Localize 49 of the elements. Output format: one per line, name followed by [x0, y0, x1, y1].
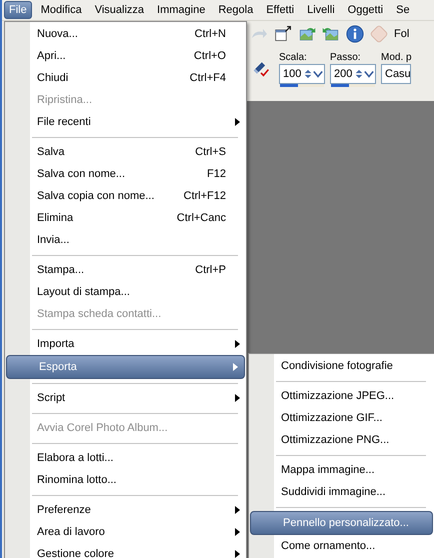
field-label: Passo: — [330, 52, 362, 63]
field-label: Scala: — [279, 52, 308, 63]
menu-item[interactable]: Rinomina lotto... — [5, 469, 246, 491]
menu-item[interactable]: Invia... — [5, 229, 246, 251]
menu-item[interactable]: Layout di stampa... — [5, 281, 246, 303]
menu-item[interactable]: Script — [5, 387, 246, 409]
menu-item[interactable]: Ottimizzazione GIF... — [249, 407, 434, 429]
mode-dropdown[interactable]: Casu — [381, 64, 411, 84]
menu-item[interactable]: Ottimizzazione PNG... — [249, 429, 434, 451]
menu-item[interactable]: Suddividi immagine... — [249, 481, 434, 503]
menu-bar-item[interactable]: Livelli — [303, 1, 339, 19]
menu-bar-item[interactable]: Se — [392, 1, 414, 19]
menu-bar-item[interactable]: Oggetti — [344, 1, 388, 19]
menu-item[interactable]: Condivisione fotografie — [249, 355, 434, 377]
spin-field[interactable]: 200 — [330, 64, 376, 84]
menu-item[interactable]: Come ornamento... — [249, 535, 434, 557]
menu-bar-item[interactable]: Effetti — [262, 1, 298, 19]
info-icon[interactable] — [346, 25, 364, 43]
menu-item[interactable]: Salva con nome... F12 — [5, 163, 246, 185]
menu-item[interactable]: Preferenze — [5, 499, 246, 521]
menu-bar-item[interactable]: Regola — [214, 1, 258, 19]
menu-item[interactable]: Nuova... Ctrl+N — [5, 23, 246, 45]
menu-item[interactable]: Pennello personalizzato... — [250, 511, 433, 535]
menu-item[interactable]: Elimina Ctrl+Canc — [5, 207, 246, 229]
menu-item[interactable]: Chiudi Ctrl+F4 — [5, 67, 246, 89]
menu-item[interactable]: Stampa... Ctrl+P — [5, 259, 246, 281]
menu-item[interactable]: Elabora a lotti... — [5, 447, 246, 469]
menu-item[interactable]: File recenti — [5, 111, 246, 133]
spinner-icon[interactable] — [303, 69, 323, 79]
menu-item[interactable]: Ottimizzazione JPEG... — [249, 385, 434, 407]
rotate-image-icon[interactable] — [322, 25, 340, 43]
menu-item[interactable]: Esporta — [6, 355, 245, 379]
menu-item[interactable]: Importa — [5, 333, 246, 355]
spinner-icon[interactable] — [354, 69, 374, 79]
rotate-image-icon[interactable] — [298, 25, 316, 43]
menu-bar-item[interactable]: Visualizza — [90, 1, 148, 19]
menu-bar-item[interactable]: Immagine — [153, 1, 210, 19]
menu-item[interactable]: Salva Ctrl+S — [5, 141, 246, 163]
menu-item[interactable]: Salva copia con nome... Ctrl+F12 — [5, 185, 246, 207]
menu-item[interactable]: Gestione colore — [5, 543, 246, 558]
menu-item[interactable]: Area di lavoro — [5, 521, 246, 543]
menu-bar-item[interactable]: File — [4, 1, 32, 19]
menu-item[interactable]: Apri... Ctrl+O — [5, 45, 246, 67]
field-label: Mod. p — [381, 52, 412, 63]
spin-field[interactable]: 100 — [279, 64, 325, 84]
menu-bar-item[interactable]: Modifica — [36, 1, 86, 19]
window-icon[interactable] — [274, 25, 292, 43]
toolbar-button-label[interactable]: Fol — [394, 28, 410, 40]
menu-item[interactable]: Mappa immagine... — [249, 459, 434, 481]
